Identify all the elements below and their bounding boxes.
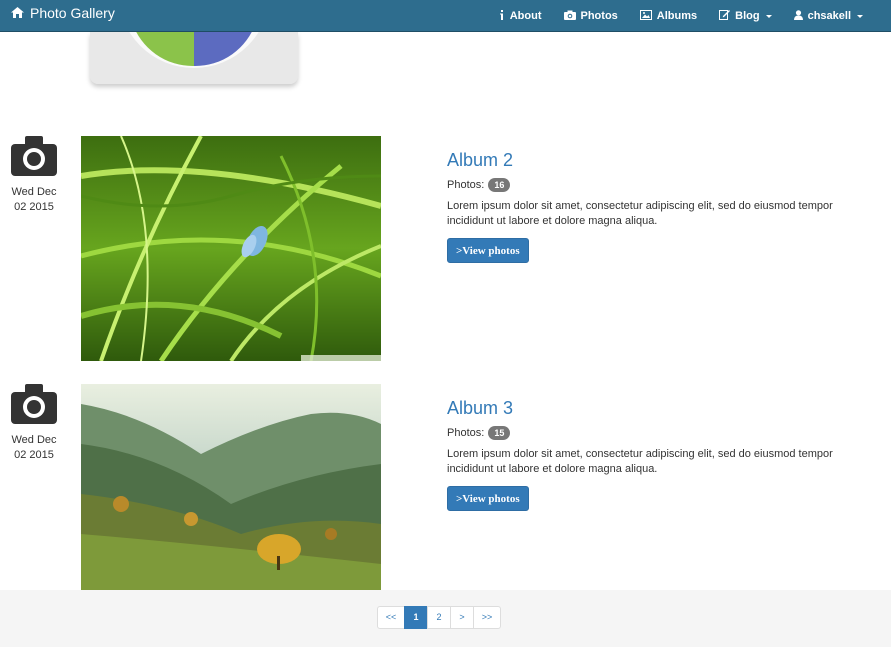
page-1-link[interactable]: 1 xyxy=(404,606,428,629)
nav-item-label: Blog xyxy=(735,10,760,22)
album-title[interactable]: Album 3 xyxy=(447,397,877,419)
photos-label: Photos: xyxy=(447,427,485,439)
view-photos-button[interactable]: >View photos xyxy=(447,238,529,263)
navbar: Photo Gallery About Photos Albums Blog c… xyxy=(0,0,891,32)
brand-link[interactable]: Photo Gallery xyxy=(11,5,115,21)
album-info: Album 2 Photos: 16 Lorem ipsum dolor sit… xyxy=(447,149,877,263)
view-photos-button[interactable]: >View photos xyxy=(447,486,529,511)
album-title[interactable]: Album 2 xyxy=(447,149,877,171)
album-list-item: Wed Dec 02 2015 Album 3 Photos: 15 Lorem… xyxy=(0,384,891,590)
chevron-down-icon xyxy=(857,14,863,18)
pagination: << 1 2 > >> xyxy=(377,606,501,629)
album-thumbnail[interactable] xyxy=(81,384,381,590)
chevron-down-icon xyxy=(765,14,772,18)
album-list-item: Wed Dec 02 2015 Album 2 Photos: 16 Lorem… xyxy=(0,136,891,361)
nav-item-label: About xyxy=(509,10,542,22)
album-description: Lorem ipsum dolor sit amet, consectetur … xyxy=(447,448,833,475)
photos-count-line: Photos: 15 xyxy=(447,426,877,440)
photos-count-line: Photos: 16 xyxy=(447,178,877,192)
album-thumbnail[interactable] xyxy=(81,136,381,361)
nav-item-blog[interactable]: Blog xyxy=(719,9,772,23)
nav-item-label: Photos xyxy=(580,10,618,22)
page-next-link[interactable]: > xyxy=(450,606,474,629)
album-day: Wed Dec xyxy=(11,186,57,198)
page-first-link[interactable]: << xyxy=(377,606,405,629)
nav-item-label: Albums xyxy=(656,10,698,22)
album-info: Album 3 Photos: 15 Lorem ipsum dolor sit… xyxy=(447,397,877,511)
info-icon xyxy=(499,9,505,23)
nav-item-albums[interactable]: Albums xyxy=(639,9,698,23)
footer: << 1 2 > >> xyxy=(0,590,891,647)
nav-item-label: chsakell xyxy=(807,10,851,22)
album-date-text: 02 2015 xyxy=(14,201,54,213)
page-last-link[interactable]: >> xyxy=(473,606,501,629)
brand-title: Photo Gallery xyxy=(30,5,115,21)
nav-item-about[interactable]: About xyxy=(499,9,542,23)
photos-count-badge: 16 xyxy=(488,178,511,192)
camera-icon xyxy=(11,136,57,181)
edit-icon xyxy=(719,9,731,23)
camera-icon xyxy=(563,10,576,23)
album-date: Wed Dec 02 2015 xyxy=(8,136,60,215)
camera-icon xyxy=(11,384,57,429)
page-2-link[interactable]: 2 xyxy=(427,606,451,629)
album-cover-image xyxy=(90,32,298,84)
photos-label: Photos: xyxy=(447,179,485,191)
album-description: Lorem ipsum dolor sit amet, consectetur … xyxy=(447,200,833,227)
home-icon xyxy=(11,5,24,21)
picture-icon xyxy=(639,9,652,23)
user-icon xyxy=(793,9,803,23)
nav-item-user[interactable]: chsakell xyxy=(793,9,863,23)
nav-item-photos[interactable]: Photos xyxy=(563,10,618,23)
album-date: Wed Dec 02 2015 xyxy=(8,384,60,463)
nav-menu: About Photos Albums Blog chsakell xyxy=(499,0,891,32)
album-date-text: 02 2015 xyxy=(14,449,54,461)
album-day: Wed Dec xyxy=(11,434,57,446)
photos-count-badge: 15 xyxy=(488,426,511,440)
